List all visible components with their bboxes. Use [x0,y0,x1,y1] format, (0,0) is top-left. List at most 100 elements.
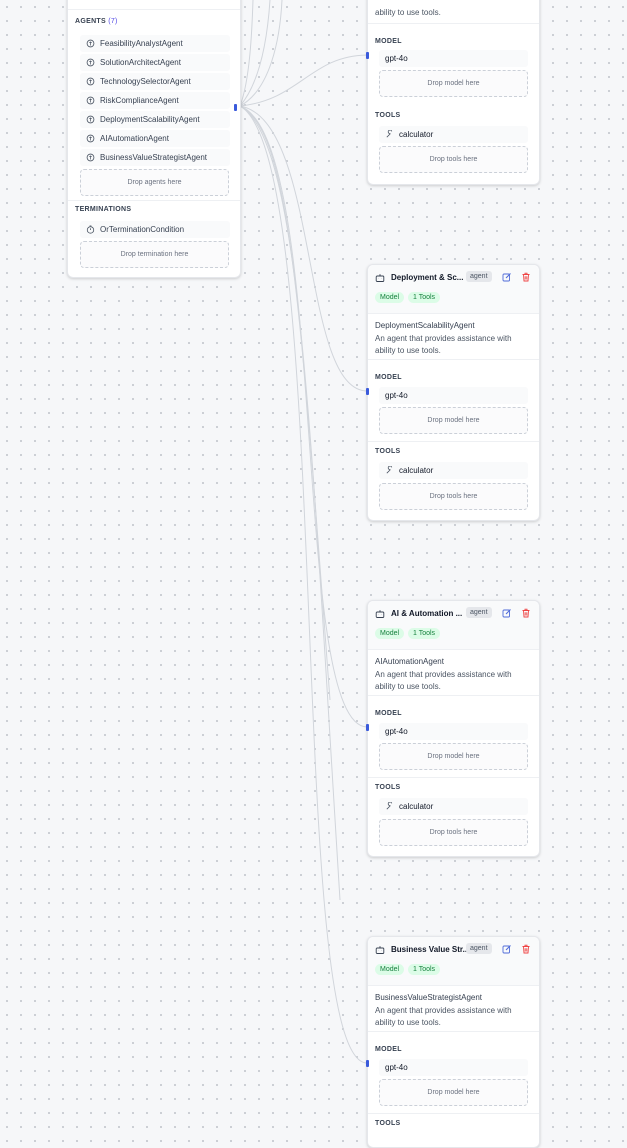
tool-item[interactable]: calculator [379,462,528,479]
agent-list-item[interactable]: TechnologySelectorAgent [80,73,230,90]
model-pill: Model [375,964,405,975]
agent-card-top[interactable]: ability to use tools. MODEL gpt-4o Drop … [366,0,540,185]
agent-list-item[interactable]: RiskComplianceAgent [80,92,230,109]
edge [239,105,331,701]
drop-agents-zone[interactable]: Drop agents here [80,169,229,196]
tools-section-label: TOOLS [375,784,401,791]
termination-item[interactable]: OrTerminationCondition [80,221,230,238]
agent-list-label: RiskComplianceAgent [100,96,179,105]
model-field[interactable]: gpt-4o [379,50,528,67]
tools-pill: 1 Tools [408,964,441,975]
agent-card[interactable]: AI & Automation ... agent Model 1 Tools AIAu… [366,600,540,857]
team-output-handle[interactable] [234,104,237,111]
drop-termination-label: Drop termination here [120,251,189,258]
model-pill: Model [375,292,405,303]
agent-title: Deployment & Sc... [391,273,464,282]
model-field[interactable]: gpt-4o [379,1059,528,1076]
model-value: gpt-4o [385,1063,408,1072]
agent-list-item[interactable]: AIAutomationAgent [80,130,230,147]
drop-tools-zone[interactable]: Drop tools here [379,146,528,173]
agent-card[interactable]: Business Value Str... agent Model 1 Tools Bu… [366,936,540,1148]
agent-type-badge: agent [466,943,492,954]
edge [239,0,254,107]
delete-icon[interactable] [521,944,531,954]
model-field[interactable]: gpt-4o [379,723,528,740]
agent-list-label: AIAutomationAgent [100,134,169,143]
agent-icon [86,58,95,67]
tool-label: calculator [399,130,434,139]
drop-termination-zone[interactable]: Drop termination here [80,241,229,268]
model-value: gpt-4o [385,54,408,63]
model-section-label: MODEL [375,1046,402,1053]
drop-model-zone[interactable]: Drop model here [379,407,528,434]
robot-icon [375,274,385,282]
tool-item[interactable]: calculator [379,126,528,143]
agent-name: BusinessValueStrategistAgent [375,993,483,1002]
team-node[interactable]: AGENTS (7) FeasibilityAnalystAgent Soluti… [67,0,241,278]
agent-list-item[interactable]: DeploymentScalabilityAgent [80,111,230,128]
agent-list-item[interactable]: FeasibilityAnalystAgent [80,35,230,52]
tools-pill: 1 Tools [408,628,441,639]
agent-title: Business Value Str... [391,945,470,954]
model-pill: Model [375,628,405,639]
drop-agents-label: Drop agents here [127,179,182,186]
tools-section-label: TOOLS [375,112,401,119]
drop-model-label: Drop model here [427,417,480,424]
agent-type-badge: agent [466,271,492,282]
agents-section-label: AGENTS (7) [75,18,118,25]
agent-description: An agent that provides assistance with a… [375,670,512,691]
agent-icon [86,153,95,162]
drop-model-label: Drop model here [427,753,480,760]
termination-label: OrTerminationCondition [100,225,185,234]
model-section-label: MODEL [375,710,402,717]
drop-model-zone[interactable]: Drop model here [379,70,528,97]
agent-list-item[interactable]: SolutionArchitectAgent [80,54,230,71]
agent-name: AIAutomationAgent [375,657,444,666]
drop-tools-zone[interactable]: Drop tools here [379,819,528,846]
agent-description: An agent that provides assistance with a… [375,334,512,355]
robot-icon [375,610,385,618]
agent-input-handle[interactable] [366,388,369,395]
agents-count: (7) [108,18,118,25]
wrench-icon [386,802,393,810]
drop-model-label: Drop model here [427,80,480,87]
drop-model-zone[interactable]: Drop model here [379,1079,528,1106]
agent-icon [86,96,95,105]
edit-icon[interactable] [502,608,512,618]
edge [239,105,368,392]
agent-list-label: BusinessValueStrategistAgent [100,153,208,162]
model-section-label: MODEL [375,38,402,45]
drop-tools-label: Drop tools here [429,829,478,836]
edit-icon[interactable] [502,944,512,954]
agent-name: DeploymentScalabilityAgent [375,321,475,330]
edge [239,54,368,107]
delete-icon[interactable] [521,272,531,282]
agent-description: An agent that provides assistance with a… [375,1006,512,1027]
tools-section-label: TOOLS [375,1120,401,1127]
drop-model-label: Drop model here [427,1089,480,1096]
tool-label: calculator [399,466,434,475]
model-field[interactable]: gpt-4o [379,387,528,404]
agent-input-handle[interactable] [366,52,369,59]
drop-tools-zone[interactable]: Drop tools here [379,483,528,510]
agent-icon [86,115,95,124]
agent-list-label: DeploymentScalabilityAgent [100,115,200,124]
tools-section-label: TOOLS [375,448,401,455]
agent-input-handle[interactable] [366,1060,369,1067]
agent-description-tail: ability to use tools. [375,8,441,17]
edit-icon[interactable] [502,272,512,282]
agent-input-handle[interactable] [366,724,369,731]
agent-icon [86,39,95,48]
agent-icon [86,77,95,86]
model-value: gpt-4o [385,391,408,400]
model-value: gpt-4o [385,727,408,736]
tools-pill: 1 Tools [408,292,441,303]
tool-item[interactable]: calculator [379,798,528,815]
delete-icon[interactable] [521,608,531,618]
robot-icon [375,946,385,954]
drop-model-zone[interactable]: Drop model here [379,743,528,770]
agent-icon [86,134,95,143]
agent-list-item[interactable]: BusinessValueStrategistAgent [80,149,230,166]
agent-card[interactable]: Deployment & Sc... agent Model 1 Tools Deplo… [366,264,540,521]
agent-list-label: SolutionArchitectAgent [100,58,181,67]
